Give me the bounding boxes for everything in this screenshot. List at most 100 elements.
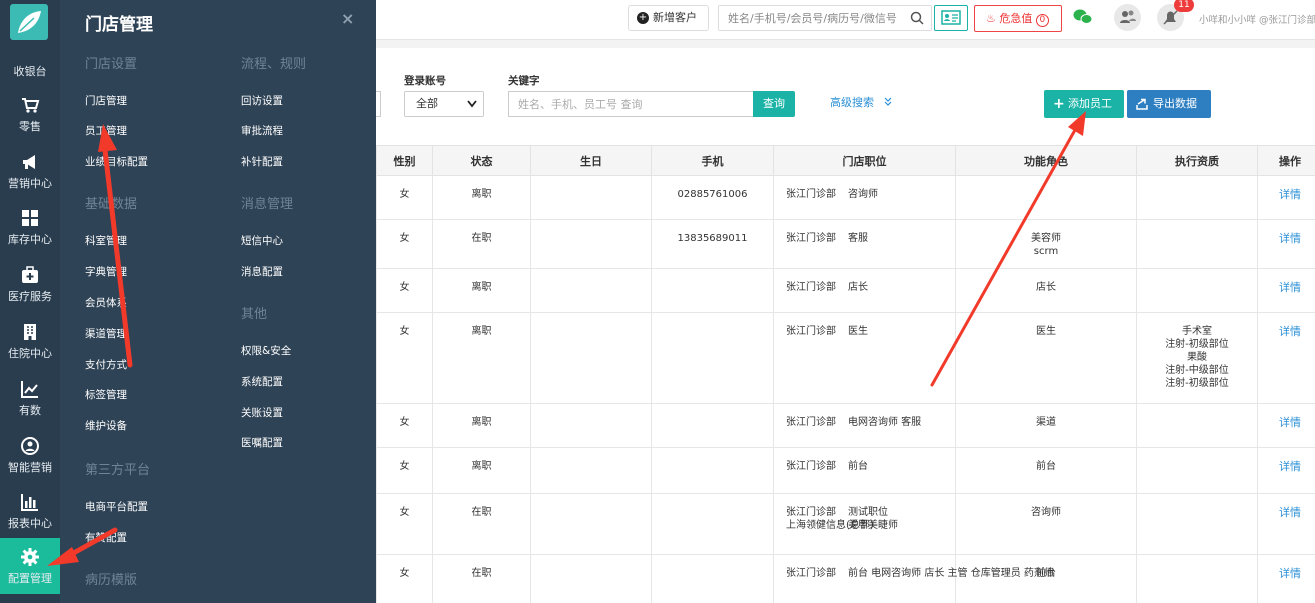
global-search — [718, 5, 932, 31]
flyout-link[interactable]: 权限&安全 — [241, 343, 291, 358]
flyout-link-targets[interactable]: 业绩目标配置 — [85, 154, 148, 169]
flyout-link[interactable]: 审批流程 — [241, 123, 283, 138]
nav-cashier[interactable]: 收银台 — [0, 63, 60, 85]
cell-action: 详情 — [1257, 447, 1315, 494]
position-title: 美甲美睫师 — [848, 520, 898, 531]
login-account-select[interactable]: 全部 — [404, 91, 484, 117]
table-row: 女在职 张江门诊部 测试职位 上海领健信息(总部)美甲美睫师 咨询师 详情 — [376, 493, 1315, 555]
cell-role: 店长 — [955, 268, 1137, 313]
col-header-position[interactable]: 门店职位 — [773, 145, 956, 176]
position-dept: 上海领健信息(总部) — [786, 520, 874, 531]
critical-value-button[interactable]: ♨ 危急值 0 — [974, 5, 1062, 32]
double-chevron-down-icon[interactable] — [884, 97, 892, 106]
cell-status: 离职 — [432, 268, 531, 313]
flyout-section: 病历模版 — [85, 573, 138, 588]
flyout-link-store[interactable]: 门店管理 — [85, 93, 127, 108]
flyout-link[interactable]: 标签管理 — [85, 387, 127, 402]
col-header-status[interactable]: 状态 — [432, 145, 531, 176]
detail-link[interactable]: 详情 — [1279, 506, 1301, 519]
nav-marketing[interactable]: 营销中心 — [0, 143, 60, 199]
cell-gender: 女 — [376, 554, 433, 603]
flyout-link[interactable]: 电商平台配置 — [85, 499, 148, 514]
detail-link[interactable]: 详情 — [1279, 188, 1301, 201]
detail-link[interactable]: 详情 — [1279, 460, 1301, 473]
search-icon[interactable] — [910, 11, 924, 25]
staff-table: 性别 状态 生日 手机 门店职位 功能角色 执行资质 操作 女离职 0288576… — [376, 145, 1315, 603]
col-header-action[interactable]: 操作 — [1257, 145, 1315, 176]
nav-youshu[interactable]: 有数 — [0, 370, 60, 426]
flyout-link-staff[interactable]: 员工管理 — [85, 123, 127, 138]
flyout-link[interactable]: 短信中心 — [241, 233, 283, 248]
user-name[interactable]: 小咩和小小咩 @张江门诊部 — [1199, 12, 1315, 26]
flyout-link[interactable]: 系统配置 — [241, 374, 283, 389]
nav-label: 有数 — [19, 404, 41, 417]
qualification-line: 果酸 — [1187, 352, 1207, 363]
flyout-link[interactable]: 医嘱配置 — [241, 435, 283, 450]
group-icon[interactable] — [1114, 4, 1141, 31]
detail-link[interactable]: 详情 — [1279, 416, 1301, 429]
flyout-link[interactable]: 维护设备 — [85, 418, 127, 433]
nav-retail[interactable]: 零售 — [0, 86, 60, 142]
cell-birthday — [530, 554, 652, 603]
cart-icon — [22, 98, 40, 113]
col-header-role[interactable]: 功能角色 — [955, 145, 1137, 176]
flyout-link[interactable]: 消息配置 — [241, 264, 283, 279]
wechat-icon[interactable] — [1073, 9, 1093, 25]
medical-kit-icon — [22, 266, 38, 283]
col-header-phone[interactable]: 手机 — [651, 145, 774, 176]
cell-role: 美容师 scrm — [955, 219, 1137, 269]
qualification-line: 注射-中级部位 — [1165, 365, 1229, 376]
filter-input-partial[interactable] — [376, 91, 381, 117]
add-staff-button[interactable]: + 添加员工 — [1044, 90, 1124, 118]
flyout-link[interactable]: 支付方式 — [85, 357, 127, 372]
detail-link[interactable]: 详情 — [1279, 325, 1301, 338]
query-button[interactable]: 查询 — [753, 91, 795, 117]
flyout-link[interactable]: 回访设置 — [241, 93, 283, 108]
line-chart-icon — [21, 381, 38, 398]
nav-medical[interactable]: 医疗服务 — [0, 256, 60, 312]
flyout-link[interactable]: 科室管理 — [85, 233, 127, 248]
building-icon — [24, 324, 36, 340]
nav-inventory[interactable]: 库存中心 — [0, 199, 60, 255]
id-card-icon[interactable] — [934, 5, 968, 31]
cell-position: 张江门诊部 店长 — [773, 268, 956, 313]
nav-inpatient[interactable]: 住院中心 — [0, 313, 60, 369]
global-search-input[interactable] — [719, 6, 909, 30]
cell-phone — [651, 403, 774, 448]
col-header-gender[interactable]: 性别 — [376, 145, 433, 176]
flyout-link[interactable]: 字典管理 — [85, 264, 127, 279]
cell-birthday — [530, 447, 652, 494]
position-dept: 张江门诊部 — [786, 461, 836, 472]
position-line: 张江门诊部 测试职位 — [786, 506, 955, 519]
keyword-input[interactable] — [509, 92, 749, 116]
col-header-qualification[interactable]: 执行资质 — [1136, 145, 1258, 176]
cell-birthday — [530, 175, 652, 220]
nav-config[interactable]: 配置管理 — [0, 538, 60, 594]
cell-gender: 女 — [376, 219, 433, 269]
flyout-link[interactable]: 渠道管理 — [85, 326, 127, 341]
position-dept: 张江门诊部 — [786, 233, 836, 244]
role-line: 医生 — [1036, 326, 1056, 337]
flyout-link[interactable]: 会员体系 — [85, 295, 127, 310]
plus-icon: + — [1053, 96, 1065, 112]
cell-qualification — [1136, 447, 1258, 494]
nav-reports[interactable]: 报表中心 — [0, 483, 60, 539]
nav-smart-marketing[interactable]: 智能营销 — [0, 427, 60, 483]
close-icon[interactable]: × — [341, 9, 354, 28]
position-line: 张江门诊部 客服 — [786, 232, 955, 245]
cell-gender: 女 — [376, 403, 433, 448]
flyout-link[interactable]: 有赞配置 — [85, 530, 127, 545]
detail-link[interactable]: 详情 — [1279, 232, 1301, 245]
col-header-birthday[interactable]: 生日 — [530, 145, 652, 176]
detail-link[interactable]: 详情 — [1279, 281, 1301, 294]
export-button[interactable]: 导出数据 — [1127, 90, 1211, 118]
advanced-search-link[interactable]: 高级搜索 — [830, 94, 874, 110]
flyout-link[interactable]: 补针配置 — [241, 154, 283, 169]
flyout-link[interactable]: 关账设置 — [241, 405, 283, 420]
logo-icon[interactable] — [10, 4, 48, 40]
role-line: 前台 — [1036, 461, 1056, 472]
detail-link[interactable]: 详情 — [1279, 567, 1301, 580]
position-dept: 张江门诊部 — [786, 507, 836, 518]
plus-icon: + — [637, 12, 649, 24]
new-customer-button[interactable]: + 新增客户 — [628, 5, 709, 31]
